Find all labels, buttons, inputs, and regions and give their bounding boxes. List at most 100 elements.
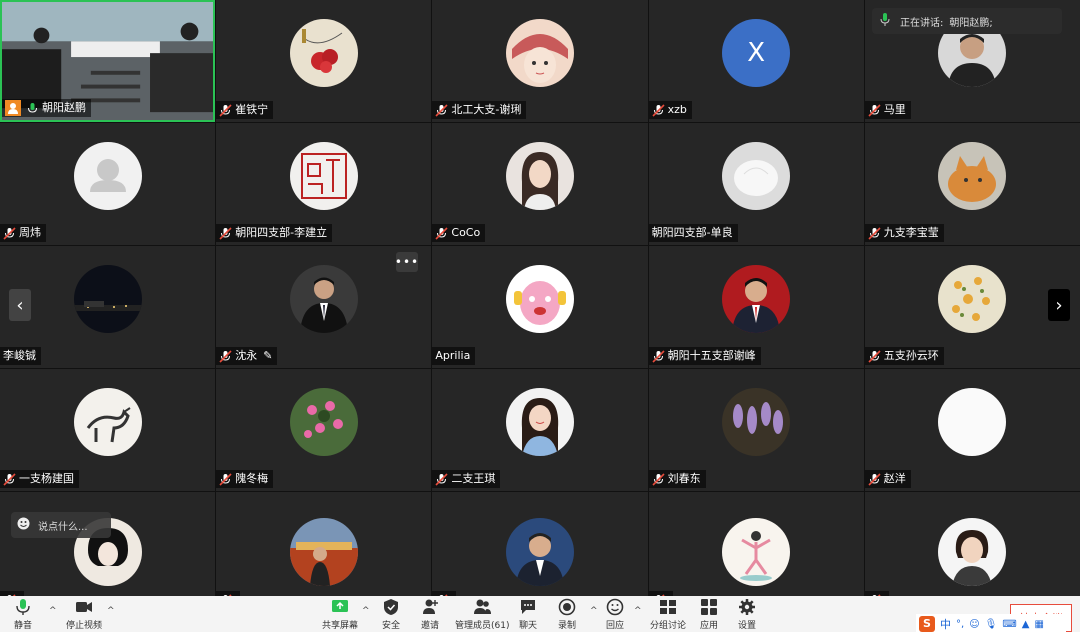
- avatar: [938, 265, 1007, 333]
- avatar: [722, 518, 791, 586]
- mic-muted-icon: [868, 349, 881, 363]
- participant-tile[interactable]: [864, 492, 1080, 600]
- participant-name: 朝阳四支部-单良: [651, 226, 733, 239]
- participant-name-tag: 二支王琪: [432, 470, 501, 488]
- participant-name: 朝阳十五支部谢峰: [667, 349, 756, 362]
- rename-pencil-icon[interactable]: ✎: [263, 347, 272, 365]
- participant-tile[interactable]: 北工大支-谢琍: [432, 0, 648, 122]
- next-page-button[interactable]: ›: [1048, 289, 1070, 321]
- participant-tile[interactable]: 隗冬梅: [216, 369, 432, 491]
- avatar-initial: X: [747, 38, 766, 68]
- skin-icon[interactable]: ▲: [1022, 619, 1030, 630]
- apps-button[interactable]: 应用: [700, 598, 718, 631]
- ime-lang[interactable]: 中: [940, 616, 951, 632]
- punctuation-icon[interactable]: °,: [956, 619, 964, 630]
- emoji-icon[interactable]: ☺: [969, 619, 979, 630]
- invite-label: 邀请: [421, 621, 440, 631]
- add-person-icon: [423, 599, 438, 614]
- mute-button[interactable]: 静音: [14, 598, 32, 631]
- participant-name-tag: 朝阳十五支部谢峰: [648, 347, 761, 365]
- avatar: [505, 518, 574, 586]
- avatar: [722, 265, 791, 333]
- emoji-icon[interactable]: [17, 517, 30, 533]
- apps-label: 应用: [700, 621, 719, 631]
- participant-name-tag: 马里: [864, 101, 911, 119]
- mic-icon[interactable]: 🎙: [985, 619, 998, 630]
- more-options-button[interactable]: •••: [395, 252, 418, 272]
- avatar: [289, 265, 358, 333]
- participant-name: 朝阳四支部-李建立: [235, 226, 328, 239]
- avatar: [289, 388, 358, 456]
- record-button[interactable]: 录制: [558, 598, 576, 631]
- breakout-button[interactable]: 分组讨论: [650, 598, 686, 631]
- share-screen-button[interactable]: 共享屏幕: [322, 598, 358, 631]
- quick-chat-input[interactable]: 说点什么...: [11, 512, 111, 538]
- participant-name-tag: 朝阳四支部-李建立: [216, 224, 333, 242]
- share-options-caret[interactable]: ^: [362, 606, 370, 616]
- reactions-options-caret[interactable]: ^: [634, 606, 642, 616]
- mic-muted-icon: [219, 226, 232, 240]
- participant-tile[interactable]: [432, 492, 648, 600]
- participant-tile[interactable]: 朝阳赵鹏: [0, 0, 216, 122]
- stop-video-button[interactable]: 停止视频: [66, 598, 102, 631]
- participant-tile[interactable]: 周炜: [0, 123, 216, 245]
- participant-tile[interactable]: Xxzb: [648, 0, 864, 122]
- participant-name: 朝阳赵鹏: [42, 101, 86, 114]
- keyboard-icon[interactable]: ⌨: [1002, 619, 1016, 630]
- participant-tile[interactable]: 朝阳十五支部谢峰: [648, 246, 864, 368]
- avatar: [722, 142, 791, 210]
- participant-tile[interactable]: Aprilia: [432, 246, 648, 368]
- participant-tile[interactable]: [216, 492, 432, 600]
- reactions-button[interactable]: 回应: [606, 598, 624, 631]
- participant-name: 隗冬梅: [235, 472, 269, 485]
- participant-tile[interactable]: 刘春东: [648, 369, 864, 491]
- grid-icon[interactable]: ▦: [1034, 619, 1043, 630]
- participant-name: 九支李宝莹: [883, 226, 939, 239]
- security-button[interactable]: 安全: [382, 598, 400, 631]
- gear-icon: [739, 599, 755, 615]
- participant-tile[interactable]: 二支王琪: [432, 369, 648, 491]
- avatar: [289, 518, 358, 586]
- share-screen-label: 共享屏幕: [322, 621, 359, 631]
- settings-button[interactable]: 设置: [738, 598, 756, 631]
- participant-tile[interactable]: 李峻铖: [0, 246, 216, 368]
- mic-muted-icon: [3, 226, 16, 240]
- speaking-name: 朝阳赵鹏;: [949, 17, 993, 29]
- ime-toolbar[interactable]: S 中 °, ☺ 🎙 ⌨ ▲ ▦: [916, 614, 1066, 632]
- participants-button[interactable]: 管理成员(61): [455, 598, 509, 631]
- breakout-rooms-icon: [660, 600, 676, 614]
- avatar: [73, 142, 142, 210]
- invite-button[interactable]: 邀请: [421, 598, 439, 631]
- participant-tile[interactable]: 朝阳四支部-单良: [648, 123, 864, 245]
- mic-muted-icon: [652, 349, 665, 363]
- mic-muted-icon: [219, 103, 232, 117]
- participant-tile[interactable]: [648, 492, 864, 600]
- participant-tile[interactable]: 朝阳四支部-李建立: [216, 123, 432, 245]
- participant-name: 周炜: [19, 226, 41, 239]
- prev-page-button[interactable]: ‹: [9, 289, 31, 321]
- mic-muted-icon: [868, 226, 881, 240]
- stop-video-label: 停止视频: [66, 621, 103, 631]
- mute-label: 静音: [14, 621, 33, 631]
- record-options-caret[interactable]: ^: [590, 606, 598, 616]
- camera-icon: [76, 602, 92, 612]
- participant-tile[interactable]: 崔铁宁: [216, 0, 432, 122]
- participant-tile[interactable]: 赵洋: [864, 369, 1080, 491]
- participant-name: 崔铁宁: [235, 103, 269, 116]
- participant-tile[interactable]: 一支杨建国: [0, 369, 216, 491]
- chat-button[interactable]: 聊天: [519, 598, 537, 631]
- participant-tile[interactable]: [0, 492, 216, 600]
- participant-tile[interactable]: 九支李宝莹: [864, 123, 1080, 245]
- participant-name-tag: CoCo: [432, 224, 486, 242]
- participant-name: CoCo: [451, 226, 481, 239]
- video-options-caret[interactable]: ^: [107, 606, 115, 616]
- mic-icon: [16, 599, 30, 615]
- mic-muted-icon: [435, 472, 448, 486]
- participant-tile[interactable]: CoCo: [432, 123, 648, 245]
- settings-label: 设置: [738, 621, 757, 631]
- mute-options-caret[interactable]: ^: [49, 606, 57, 616]
- mic-icon: [880, 13, 890, 29]
- participant-name-tag: 李峻铖: [0, 347, 41, 365]
- mic-icon: [26, 102, 39, 115]
- participant-name-tag: 九支李宝莹: [864, 224, 944, 242]
